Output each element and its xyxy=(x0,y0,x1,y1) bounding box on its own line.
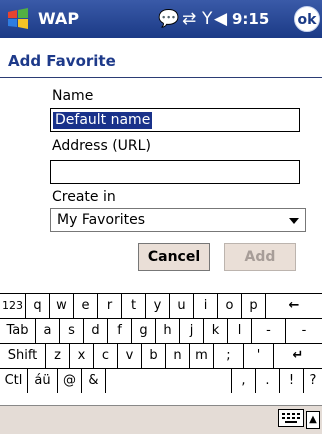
page-title: Add Favorite xyxy=(8,52,116,70)
key-exclamation[interactable]: ! xyxy=(280,369,304,393)
key-hyphen[interactable]: - xyxy=(252,319,286,343)
key-o[interactable]: o xyxy=(218,294,242,318)
key-tab[interactable]: Tab xyxy=(0,319,36,343)
key-j[interactable]: j xyxy=(180,319,204,343)
clock[interactable]: 9:15 xyxy=(232,10,269,28)
key-b[interactable]: b xyxy=(142,344,166,368)
input-selector-arrow-icon[interactable]: ▲ xyxy=(306,411,320,429)
backspace-key[interactable]: ← xyxy=(266,294,322,318)
messaging-icon[interactable]: 💬 xyxy=(158,9,179,29)
key-c[interactable]: c xyxy=(94,344,118,368)
key-f[interactable]: f xyxy=(108,319,132,343)
key-i[interactable]: i xyxy=(194,294,218,318)
key-apostrophe[interactable]: ' xyxy=(244,344,274,368)
key-n[interactable]: n xyxy=(166,344,190,368)
key-k[interactable]: k xyxy=(204,319,228,343)
key-v[interactable]: v xyxy=(118,344,142,368)
key-comma[interactable]: , xyxy=(232,369,256,393)
app-title: WAP xyxy=(38,9,80,28)
signal-icon[interactable]: Y xyxy=(202,9,212,29)
key-l[interactable]: l xyxy=(228,319,252,343)
key-h[interactable]: h xyxy=(156,319,180,343)
key-ctl[interactable]: Ctl xyxy=(0,369,28,393)
keyboard-glyph-icon xyxy=(282,413,300,423)
key-y[interactable]: y xyxy=(146,294,170,318)
key-period[interactable]: . xyxy=(256,369,280,393)
title-divider xyxy=(0,77,322,78)
name-label: Name xyxy=(52,88,94,104)
create-in-label: Create in xyxy=(52,189,116,205)
key-space[interactable] xyxy=(106,369,232,393)
key-dash[interactable]: - xyxy=(286,319,322,343)
chevron-down-icon xyxy=(289,218,299,224)
cancel-button[interactable]: Cancel xyxy=(138,243,210,271)
keyboard-icon[interactable] xyxy=(278,409,304,427)
key-d[interactable]: d xyxy=(84,319,108,343)
address-input[interactable] xyxy=(50,160,300,184)
key-123[interactable]: 123 xyxy=(0,294,26,318)
key-r[interactable]: r xyxy=(98,294,122,318)
key-m[interactable]: m xyxy=(190,344,214,368)
key-t[interactable]: t xyxy=(122,294,146,318)
connectivity-icon[interactable]: ⇄ xyxy=(182,9,196,29)
key-z[interactable]: z xyxy=(46,344,70,368)
key-at[interactable]: @ xyxy=(58,369,82,393)
key-question[interactable]: ? xyxy=(304,369,322,393)
key-x[interactable]: x xyxy=(70,344,94,368)
address-label: Address (URL) xyxy=(52,138,151,154)
name-input[interactable]: Default name xyxy=(50,108,300,132)
key-ampersand[interactable]: & xyxy=(82,369,106,393)
key-q[interactable]: q xyxy=(26,294,50,318)
key-w[interactable]: w xyxy=(50,294,74,318)
create-in-value: My Favorites xyxy=(57,212,146,228)
key-a[interactable]: a xyxy=(36,319,60,343)
ok-button[interactable]: ok xyxy=(294,6,320,32)
key-accents[interactable]: áü xyxy=(28,369,58,393)
key-shift[interactable]: Shift xyxy=(0,344,46,368)
title-bar: WAP 💬 ⇄ Y ◀ 9:15 ok xyxy=(0,0,322,38)
create-in-dropdown[interactable]: My Favorites xyxy=(50,208,306,232)
key-u[interactable]: u xyxy=(170,294,194,318)
volume-icon[interactable]: ◀ xyxy=(214,9,227,29)
windows-start-icon[interactable] xyxy=(6,7,30,31)
add-button[interactable]: Add xyxy=(224,243,296,271)
soft-keyboard: 123 q w e r t y u i o p ← Tab a s d f g … xyxy=(0,293,322,406)
key-e[interactable]: e xyxy=(74,294,98,318)
key-g[interactable]: g xyxy=(132,319,156,343)
key-p[interactable]: p xyxy=(242,294,266,318)
key-s[interactable]: s xyxy=(60,319,84,343)
enter-key[interactable]: ↵ xyxy=(274,344,322,368)
key-semicolon[interactable]: ; xyxy=(214,344,244,368)
name-input-value: Default name xyxy=(53,112,153,129)
menu-bar: ▲ xyxy=(0,405,322,434)
